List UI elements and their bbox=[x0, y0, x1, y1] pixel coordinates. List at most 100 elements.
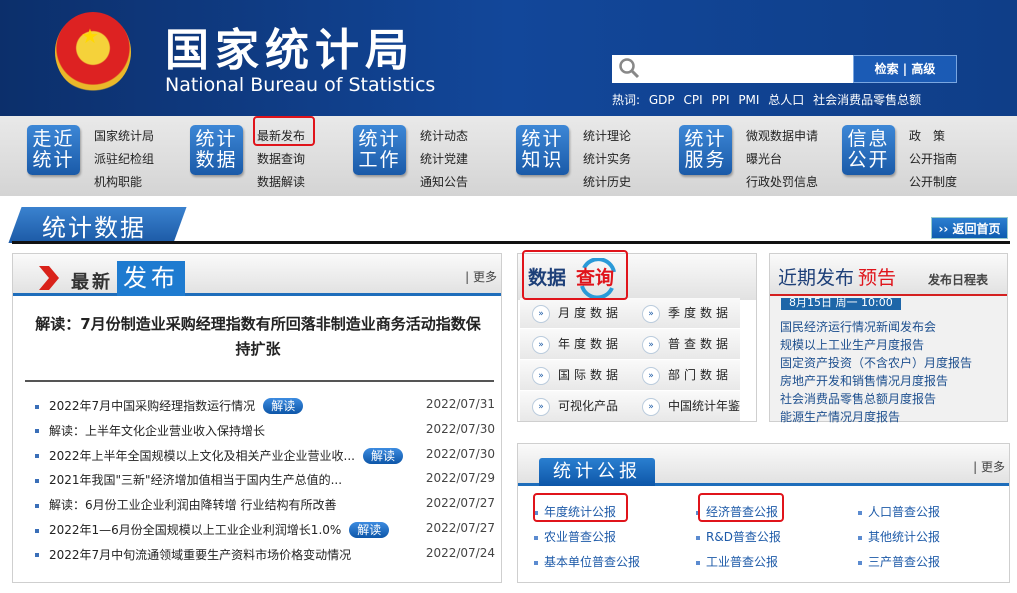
hotword-link[interactable]: PMI bbox=[738, 93, 759, 107]
nav-link[interactable]: 统计理论 bbox=[583, 125, 631, 148]
bulletin-link[interactable]: 其他统计公报 bbox=[858, 528, 940, 545]
list-item[interactable]: 2022年1—6月份全国规模以上工业企业利润增长1.0%解读2022/07/27 bbox=[35, 521, 505, 538]
bullet-icon bbox=[858, 561, 862, 565]
nav-link[interactable]: 数据查询 bbox=[257, 148, 305, 171]
query-item[interactable]: »部门数据 bbox=[630, 360, 740, 390]
hotword-link[interactable]: GDP bbox=[649, 93, 675, 107]
interpretation-badge[interactable]: 解读 bbox=[349, 522, 389, 538]
interpretation-badge[interactable]: 解读 bbox=[363, 448, 403, 464]
query-item[interactable]: »普查数据 bbox=[630, 329, 740, 359]
nav-link[interactable]: 公开制度 bbox=[909, 171, 957, 194]
bulletin-label: 其他统计公报 bbox=[868, 530, 940, 544]
list-item[interactable]: 2022年7月中旬流通领域重要生产资料市场价格变动情况2022/07/24 bbox=[35, 546, 505, 563]
query-item[interactable]: »中国统计年鉴 bbox=[630, 391, 740, 421]
nav-link[interactable]: 机构职能 bbox=[94, 171, 154, 194]
news-date: 2022/07/29 bbox=[426, 471, 495, 485]
more-link[interactable]: | 更多 bbox=[973, 458, 1005, 475]
nav-link[interactable]: 曝光台 bbox=[746, 148, 818, 171]
interpretation-badge[interactable]: 解读 bbox=[263, 398, 303, 414]
list-item[interactable]: 解读：上半年文化企业营业收入保持增长 2022/07/30 bbox=[35, 422, 505, 439]
search-button[interactable]: 检索 | 高级 bbox=[853, 55, 957, 83]
highlight-box bbox=[522, 250, 628, 300]
news-title[interactable]: 解读：6月份工业企业利润由降转增 行业结构有所改善 bbox=[49, 498, 336, 512]
bulletin-link[interactable]: 基本单位普查公报 bbox=[534, 553, 640, 570]
nav-link[interactable]: 公开指南 bbox=[909, 148, 957, 171]
bulletin-link[interactable]: 农业普查公报 bbox=[534, 528, 616, 545]
back-home-button[interactable]: ›› 返回首页 bbox=[931, 217, 1008, 239]
bullet-icon bbox=[35, 529, 39, 533]
nav-link[interactable]: 微观数据申请 bbox=[746, 125, 818, 148]
query-item[interactable]: »可视化产品 bbox=[520, 391, 630, 421]
nav-link[interactable]: 行政处罚信息 bbox=[746, 171, 818, 194]
list-item[interactable]: 2021年我国"三新"经济增加值相当于国内生产总值的... 2022/07/29 bbox=[35, 471, 505, 488]
query-item[interactable]: »月度数据 bbox=[520, 298, 630, 328]
panel-title-b: 发布 bbox=[117, 261, 185, 296]
nav-link[interactable]: 政 策 bbox=[909, 125, 957, 148]
nav-link[interactable]: 统计历史 bbox=[583, 171, 631, 194]
nav-link[interactable]: 统计实务 bbox=[583, 148, 631, 171]
nav-group-icon[interactable]: 统计服务 bbox=[679, 125, 732, 175]
search-input[interactable] bbox=[612, 55, 853, 83]
notice-item[interactable]: 固定资产投资（不含农户）月度报告 bbox=[780, 354, 972, 371]
news-title[interactable]: 2022年7月中国采购经理指数运行情况 bbox=[49, 399, 255, 413]
nav-group-title: 统计服务 bbox=[684, 129, 728, 171]
news-title[interactable]: 2022年1—6月份全国规模以上工业企业利润增长1.0% bbox=[49, 523, 341, 537]
list-item[interactable]: 2022年7月中国采购经理指数运行情况解读2022/07/31 bbox=[35, 397, 505, 414]
bulletin-link[interactable]: 工业普查公报 bbox=[696, 553, 778, 570]
nav-group-icon[interactable]: 统计数据 bbox=[190, 125, 243, 175]
panel-header: 最新 发布 | 更多 bbox=[13, 254, 501, 296]
hotword-link[interactable]: PPI bbox=[711, 93, 729, 107]
notice-item[interactable]: 房地产开发和销售情况月度报告 bbox=[780, 372, 948, 389]
schedule-link[interactable]: 发布日程表 bbox=[928, 271, 988, 288]
news-title[interactable]: 2022年7月中旬流通领域重要生产资料市场价格变动情况 bbox=[49, 548, 351, 562]
notice-item[interactable]: 国民经济运行情况新闻发布会 bbox=[780, 318, 936, 335]
headline-link[interactable]: 解读：7月份制造业采购经理指数有所回落非制造业商务活动指数保持扩张 bbox=[33, 312, 483, 362]
news-title[interactable]: 2022年上半年全国规模以上文化及相关产业企业营业收... bbox=[49, 449, 355, 463]
site-title[interactable]: 国家统计局 bbox=[165, 14, 415, 78]
release-preview-panel: 近期发布 预告 发布日程表 8月15日 周一 10:00 国民经济运行情况新闻发… bbox=[769, 253, 1008, 422]
nav-link[interactable]: 国家统计局 bbox=[94, 125, 154, 148]
list-item[interactable]: 解读：6月份工业企业利润由降转增 行业结构有所改善2022/07/27 bbox=[35, 496, 505, 513]
news-title[interactable]: 解读：上半年文化企业营业收入保持增长 bbox=[49, 424, 265, 438]
nav-group-icon[interactable]: 信息公开 bbox=[842, 125, 895, 175]
notice-item[interactable]: 社会消费品零售总额月度报告 bbox=[780, 390, 936, 407]
bulletin-link[interactable]: 三产普查公报 bbox=[858, 553, 940, 570]
notice-item[interactable]: 能源生产情况月度报告 bbox=[780, 408, 900, 425]
more-link[interactable]: | 更多 bbox=[465, 268, 497, 285]
hotword-link[interactable]: CPI bbox=[683, 93, 702, 107]
nav-link[interactable]: 统计党建 bbox=[420, 148, 468, 171]
query-item[interactable]: »年度数据 bbox=[520, 329, 630, 359]
bullet-icon bbox=[534, 561, 538, 565]
bulletin-link[interactable]: R&D普查公报 bbox=[696, 528, 781, 545]
double-chevron-icon: » bbox=[642, 336, 660, 354]
nav-link[interactable]: 统计动态 bbox=[420, 125, 468, 148]
double-chevron-icon: » bbox=[532, 367, 550, 385]
highlight-box bbox=[698, 493, 784, 522]
news-date: 2022/07/30 bbox=[426, 422, 495, 436]
bulletin-title: 统计公报 bbox=[539, 458, 655, 486]
notice-title-a: 近期发布 bbox=[778, 263, 854, 290]
hotword-link[interactable]: 社会消费品零售总额 bbox=[813, 93, 921, 107]
double-chevron-icon: » bbox=[642, 367, 660, 385]
nav-link[interactable]: 派驻纪检组 bbox=[94, 148, 154, 171]
query-item[interactable]: » 国际数据 bbox=[520, 360, 630, 390]
query-label: 可视化产品 bbox=[558, 399, 618, 413]
nav-group-icon[interactable]: 走近统计 bbox=[27, 125, 80, 175]
bulletin-link[interactable]: 人口普查公报 bbox=[858, 503, 940, 520]
double-chevron-icon: » bbox=[532, 336, 550, 354]
nav-links: 国家统计局派驻纪检组机构职能 bbox=[94, 125, 154, 194]
bullet-icon bbox=[35, 479, 39, 483]
nav-links: 统计理论统计实务统计历史 bbox=[583, 125, 631, 194]
list-item[interactable]: 2022年上半年全国规模以上文化及相关产业企业营业收...解读2022/07/3… bbox=[35, 447, 505, 464]
nav-links: 统计动态统计党建通知公告 bbox=[420, 125, 468, 194]
latest-release-panel: 最新 发布 | 更多 解读：7月份制造业采购经理指数有所回落非制造业商务活动指数… bbox=[12, 253, 502, 583]
query-item[interactable]: »季度数据 bbox=[630, 298, 740, 328]
nav-group-icon[interactable]: 统计知识 bbox=[516, 125, 569, 175]
news-title[interactable]: 2021年我国"三新"经济增加值相当于国内生产总值的... bbox=[49, 473, 342, 487]
hotword-link[interactable]: 总人口 bbox=[768, 93, 804, 107]
nav-link[interactable]: 通知公告 bbox=[420, 171, 468, 194]
nav-group-icon[interactable]: 统计工作 bbox=[353, 125, 406, 175]
notice-item[interactable]: 规模以上工业生产月度报告 bbox=[780, 336, 924, 353]
query-label: 国际数据 bbox=[558, 368, 622, 382]
nav-link[interactable]: 数据解读 bbox=[257, 171, 305, 194]
